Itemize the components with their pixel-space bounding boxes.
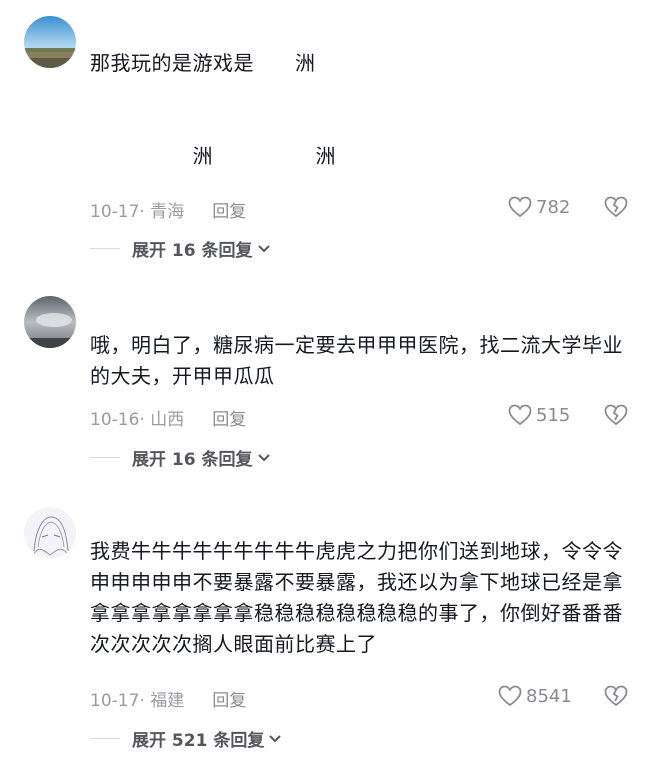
avatar[interactable] [24,507,76,559]
like-button[interactable]: 782 [508,196,570,218]
divider-line [90,457,120,458]
comment-text: 我费牛牛牛牛牛牛牛牛牛虎虎之力把你们送到地球，令令令申申申申申不要暴露不要暴露，… [90,539,623,656]
comment-meta: 10-17· 青海 回复 [90,197,246,222]
reply-button[interactable]: 回复 [212,405,246,430]
anime-sketch-avatar-image [24,507,76,559]
comment-meta: 10-16· 山西 回复 [90,405,246,430]
dislike-button[interactable] [604,196,628,222]
dislike-button[interactable] [604,685,628,711]
broken-heart-icon [604,404,628,426]
comment-time-location: 10-17· 福建 [90,691,185,711]
heart-outline-icon [508,404,532,426]
like-button[interactable]: 8541 [498,685,572,707]
expand-replies-label: 展开 521 条回复 [132,731,265,751]
avatar[interactable] [24,296,76,348]
like-count: 8541 [526,685,572,707]
broken-heart-icon [604,196,628,218]
cloudy-sky-avatar-image [24,296,76,348]
like-count: 515 [536,404,571,426]
expand-replies-label: 展开 16 条回复 [132,450,253,470]
divider-line [90,738,120,739]
landscape-avatar-image [24,16,76,68]
comment-text: 哦，明白了，糖尿病一定要去甲甲甲医院，找二流大学毕业的大夫，开甲甲瓜瓜 [90,333,623,388]
comment-time-location: 10-17· 青海 [90,202,185,222]
heart-outline-icon [508,196,532,218]
expand-replies-button[interactable]: 展开 521 条回复 [90,726,282,751]
like-count: 782 [536,196,571,218]
expand-replies-label: 展开 16 条回复 [132,241,253,261]
reply-button[interactable]: 回复 [212,686,246,711]
broken-heart-icon [604,685,628,707]
chevron-down-icon [257,453,270,461]
chevron-down-icon [269,734,282,742]
avatar[interactable] [24,16,76,68]
reply-button[interactable]: 回复 [212,197,246,222]
expand-replies-button[interactable]: 展开 16 条回复 [90,236,271,261]
comment-meta: 10-17· 福建 回复 [90,686,246,711]
heart-outline-icon [498,685,522,707]
expand-replies-button[interactable]: 展开 16 条回复 [90,445,271,470]
dislike-button[interactable] [604,404,628,430]
comment-time-location: 10-16· 山西 [90,410,185,430]
comment-text: 那我玩的是游戏是 洲 洲 洲 [90,51,336,168]
divider-line [90,248,120,249]
chevron-down-icon [257,244,270,252]
like-button[interactable]: 515 [508,404,570,426]
